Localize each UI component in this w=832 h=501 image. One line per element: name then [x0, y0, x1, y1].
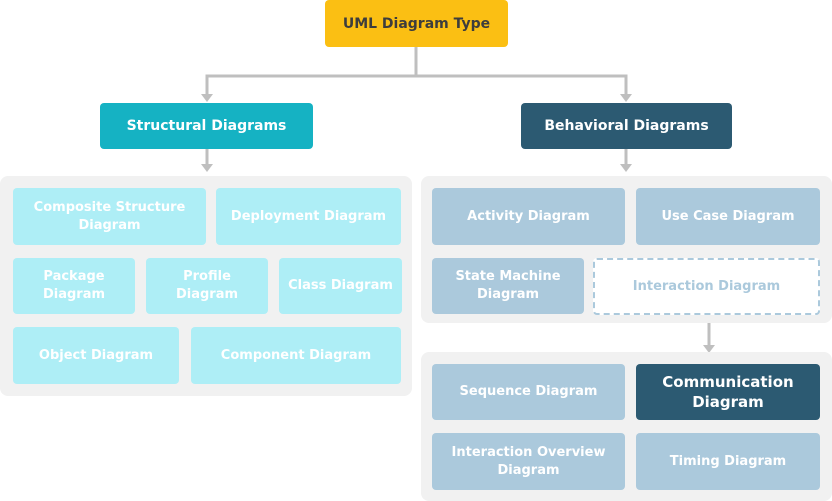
root-label: UML Diagram Type — [342, 15, 491, 32]
activity-diagram[interactable]: Activity Diagram — [432, 188, 625, 245]
connector-root-to-structural — [205, 74, 416, 96]
class-diagram[interactable]: Class Diagram — [279, 258, 402, 314]
object-diagram[interactable]: Object Diagram — [13, 327, 179, 384]
item-label: Activity Diagram — [467, 208, 590, 224]
behavioral-diagrams-node[interactable]: Behavioral Diagrams — [521, 103, 732, 149]
sequence-diagram[interactable]: Sequence Diagram — [432, 364, 625, 420]
item-label: Composite Structure Diagram — [33, 199, 186, 233]
interaction-overview-diagram[interactable]: Interaction Overview Diagram — [432, 433, 625, 490]
deployment-diagram[interactable]: Deployment Diagram — [216, 188, 401, 245]
item-label: Use Case Diagram — [661, 208, 795, 224]
item-label: Object Diagram — [38, 347, 154, 363]
item-label: Class Diagram — [288, 278, 393, 293]
item-label: Interaction Diagram — [632, 278, 781, 294]
state-machine-diagram[interactable]: State Machine Diagram — [432, 258, 584, 314]
item-label: Timing Diagram — [669, 453, 787, 469]
item-label: Interaction Overview Diagram — [451, 444, 606, 478]
arrow-head-icon — [201, 164, 213, 172]
timing-diagram[interactable]: Timing Diagram — [636, 433, 820, 490]
root-node[interactable]: UML Diagram Type — [325, 0, 508, 47]
item-label: Component Diagram — [220, 347, 372, 363]
item-label: Sequence Diagram — [459, 384, 598, 399]
item-label: Deployment Diagram — [230, 208, 387, 224]
arrow-head-icon — [201, 94, 213, 102]
connector-root-to-behavioral — [416, 74, 628, 96]
component-diagram[interactable]: Component Diagram — [191, 327, 401, 384]
communication-diagram[interactable]: Communication Diagram — [636, 364, 820, 420]
interaction-diagram[interactable]: Interaction Diagram — [593, 258, 820, 315]
package-diagram[interactable]: Package Diagram — [13, 258, 135, 314]
composite-structure-diagram[interactable]: Composite Structure Diagram — [13, 188, 206, 245]
behavioral-label: Behavioral Diagrams — [544, 118, 709, 134]
arrow-head-icon — [620, 164, 632, 172]
arrow-head-icon — [620, 94, 632, 102]
item-label: State Machine Diagram — [455, 269, 561, 302]
profile-diagram[interactable]: Profile Diagram — [146, 258, 268, 314]
item-label: Profile Diagram — [175, 269, 239, 302]
item-label: Communication Diagram — [662, 373, 794, 411]
use-case-diagram[interactable]: Use Case Diagram — [636, 188, 820, 245]
item-label: Package Diagram — [42, 269, 106, 302]
structural-label: Structural Diagrams — [126, 118, 287, 134]
structural-diagrams-node[interactable]: Structural Diagrams — [100, 103, 313, 149]
